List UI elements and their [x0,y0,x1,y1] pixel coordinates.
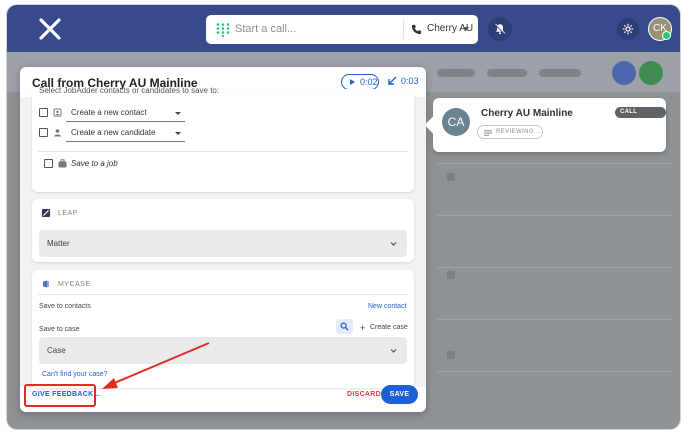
annotation-arrow [102,342,210,389]
